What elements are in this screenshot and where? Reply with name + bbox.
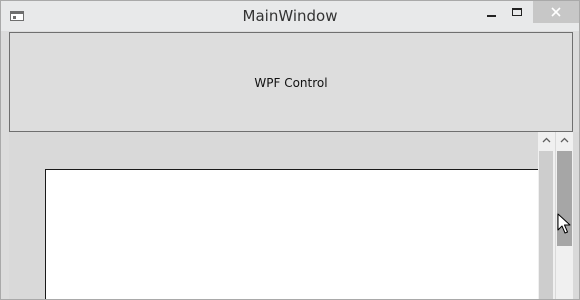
close-button[interactable] <box>533 1 579 23</box>
minimize-button[interactable] <box>479 1 505 23</box>
mouse-pointer-icon <box>557 213 571 234</box>
inner-vertical-scrollbar[interactable] <box>538 132 555 299</box>
maximize-button[interactable] <box>506 1 532 23</box>
content-canvas[interactable] <box>45 169 539 299</box>
chevron-up-icon <box>542 137 551 143</box>
outer-scroll-up-button[interactable] <box>556 132 573 149</box>
inner-scroll-thumb[interactable] <box>539 151 553 299</box>
chevron-up-icon <box>560 137 569 143</box>
inner-scroll-up-button[interactable] <box>538 132 555 149</box>
wpf-control-panel[interactable]: WPF Control <box>9 32 573 132</box>
title-bar[interactable]: MainWindow <box>1 1 579 31</box>
wpf-control-label: WPF Control <box>254 76 328 90</box>
close-icon <box>551 7 561 17</box>
main-window: MainWindow WPF Control <box>0 0 580 300</box>
scroll-viewer <box>9 132 579 299</box>
